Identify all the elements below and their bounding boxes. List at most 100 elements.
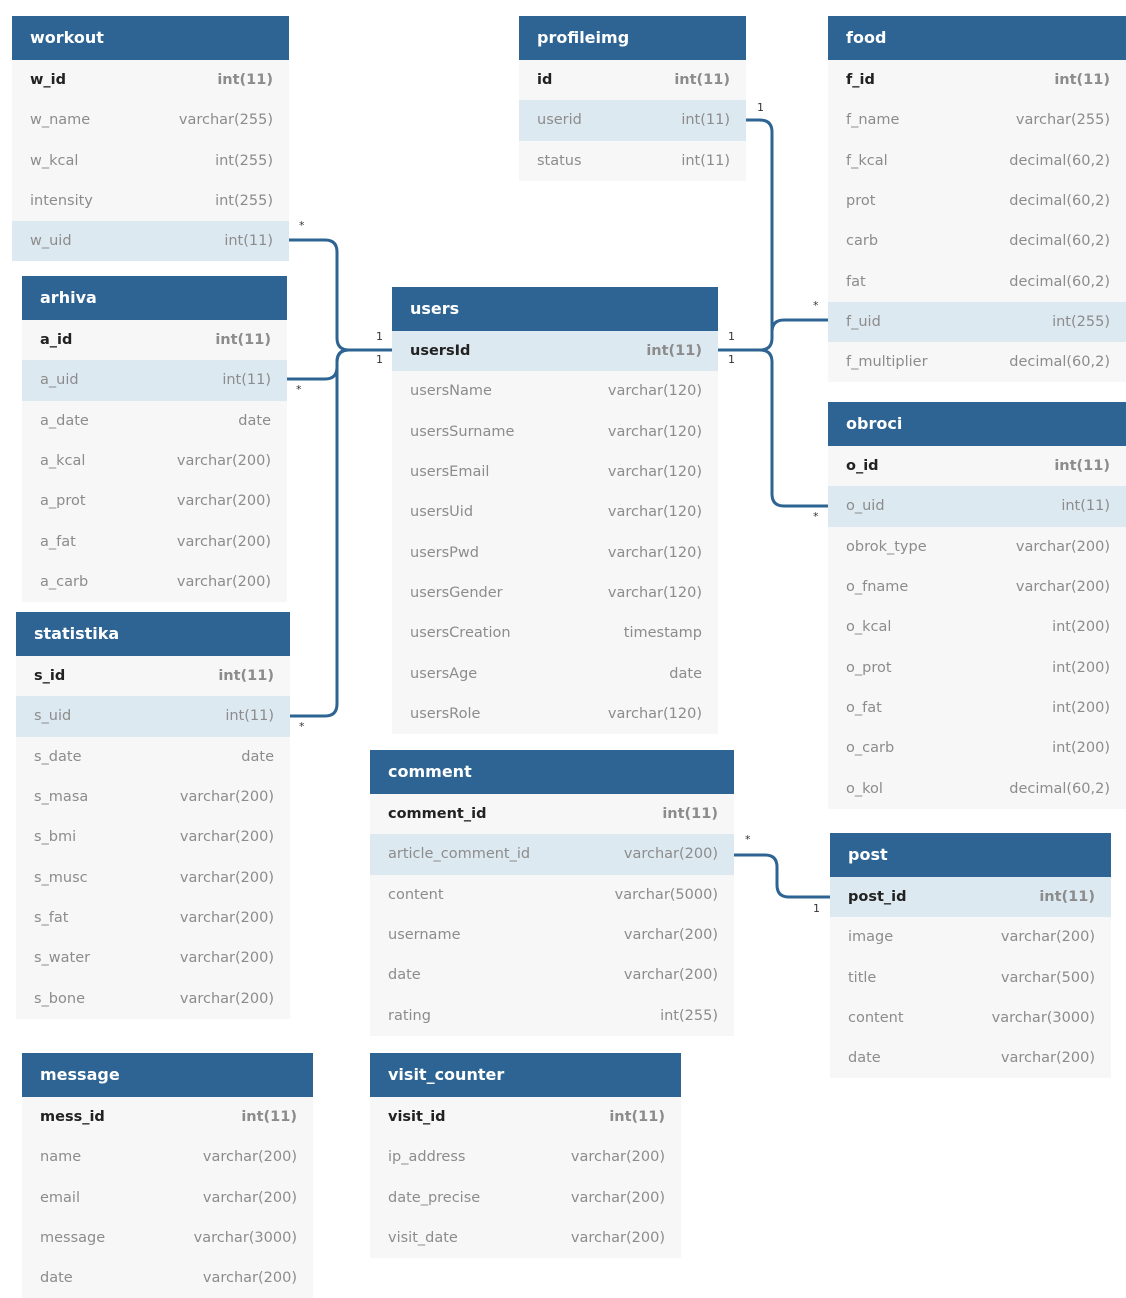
table-arhiva[interactable]: arhiva a_id int(11) a_uid int(11) a_date date a… xyxy=(22,276,287,603)
field-row[interactable]: s_date date xyxy=(16,737,290,777)
field-row[interactable]: message varchar(3000) xyxy=(22,1218,313,1258)
field-row[interactable]: usersSurname varchar(120) xyxy=(392,412,718,452)
field-row[interactable]: intensity int(255) xyxy=(12,181,289,221)
field-row[interactable]: usersName varchar(120) xyxy=(392,371,718,411)
field-row[interactable]: f_multiplier decimal(60,2) xyxy=(828,342,1126,382)
primary-key-row[interactable]: post_id int(11) xyxy=(830,877,1111,918)
field-row[interactable]: email varchar(200) xyxy=(22,1178,313,1218)
table-visit-counter[interactable]: visit_counter visit_id int(11) ip_address va… xyxy=(370,1053,681,1259)
field-row[interactable]: image varchar(200) xyxy=(830,917,1111,957)
field-type: varchar(200) xyxy=(202,1270,297,1287)
field-row[interactable]: a_kcal varchar(200) xyxy=(22,441,287,481)
field-row[interactable]: date varchar(200) xyxy=(370,955,734,995)
table-title[interactable]: profileimg xyxy=(519,16,746,60)
table-title[interactable]: food xyxy=(828,16,1126,60)
field-name: s_musc xyxy=(34,869,88,886)
field-row[interactable]: o_kcal int(200) xyxy=(828,607,1126,647)
field-row[interactable]: usersAge date xyxy=(392,653,718,693)
field-row[interactable]: f_uid int(255) xyxy=(828,301,1126,343)
table-title[interactable]: workout xyxy=(12,16,289,60)
field-row[interactable]: o_uid int(11) xyxy=(828,486,1126,527)
field-row[interactable]: usersEmail varchar(120) xyxy=(392,452,718,492)
field-row[interactable]: f_kcal decimal(60,2) xyxy=(828,141,1126,181)
field-name: prot xyxy=(846,193,876,210)
field-row[interactable]: o_carb int(200) xyxy=(828,728,1126,768)
field-row[interactable]: w_uid int(11) xyxy=(12,221,289,262)
field-row[interactable]: obrok_type varchar(200) xyxy=(828,527,1126,567)
field-row[interactable]: s_bmi varchar(200) xyxy=(16,817,290,857)
table-title[interactable]: message xyxy=(22,1053,313,1097)
field-row[interactable]: status int(11) xyxy=(519,141,746,181)
table-title[interactable]: obroci xyxy=(828,402,1126,446)
field-row[interactable]: w_name varchar(255) xyxy=(12,100,289,140)
field-type: varchar(120) xyxy=(607,584,702,601)
field-row[interactable]: userid int(11) xyxy=(519,100,746,141)
field-row[interactable]: username varchar(200) xyxy=(370,915,734,955)
field-row[interactable]: visit_date varchar(200) xyxy=(370,1218,681,1258)
field-row[interactable]: date varchar(200) xyxy=(22,1258,313,1298)
field-row[interactable]: s_masa varchar(200) xyxy=(16,777,290,817)
table-profileimg[interactable]: profileimg id int(11) userid int(11) status in… xyxy=(519,16,746,181)
primary-key-row[interactable]: o_id int(11) xyxy=(828,446,1126,486)
field-row[interactable]: content varchar(5000) xyxy=(370,875,734,915)
field-row[interactable]: name varchar(200) xyxy=(22,1137,313,1177)
field-row[interactable]: title varchar(500) xyxy=(830,958,1111,998)
field-row[interactable]: o_fat int(200) xyxy=(828,688,1126,728)
table-title[interactable]: arhiva xyxy=(22,276,287,320)
field-name: w_uid xyxy=(30,233,72,250)
field-row[interactable]: a_date date xyxy=(22,401,287,441)
table-obroci[interactable]: obroci o_id int(11) o_uid int(11) obrok_type v… xyxy=(828,402,1126,809)
table-title[interactable]: statistika xyxy=(16,612,290,656)
table-title[interactable]: comment xyxy=(370,750,734,794)
field-row[interactable]: s_fat varchar(200) xyxy=(16,898,290,938)
table-users[interactable]: users usersId int(11) usersName varchar(120)… xyxy=(392,287,718,734)
field-row[interactable]: usersRole varchar(120) xyxy=(392,694,718,734)
primary-key-row[interactable]: usersId int(11) xyxy=(392,331,718,372)
field-name: f_kcal xyxy=(846,152,888,169)
field-row[interactable]: o_prot int(200) xyxy=(828,647,1126,687)
field-row[interactable]: a_carb varchar(200) xyxy=(22,562,287,602)
primary-key-row[interactable]: f_id int(11) xyxy=(828,60,1126,100)
field-row[interactable]: w_kcal int(255) xyxy=(12,141,289,181)
field-row[interactable]: carb decimal(60,2) xyxy=(828,221,1126,261)
field-row[interactable]: s_water varchar(200) xyxy=(16,938,290,978)
primary-key-row[interactable]: s_id int(11) xyxy=(16,656,290,696)
field-name: date xyxy=(40,1270,73,1287)
field-row[interactable]: f_name varchar(255) xyxy=(828,100,1126,140)
field-row[interactable]: fat decimal(60,2) xyxy=(828,261,1126,301)
table-post[interactable]: post post_id int(11) image varchar(200) title… xyxy=(830,833,1111,1079)
field-row[interactable]: usersUid varchar(120) xyxy=(392,492,718,532)
table-food[interactable]: food f_id int(11) f_name varchar(255) f_kcal d… xyxy=(828,16,1126,383)
field-row[interactable]: s_uid int(11) xyxy=(16,696,290,737)
field-row[interactable]: article_comment_id varchar(200) xyxy=(370,834,734,875)
field-row[interactable]: date_precise varchar(200) xyxy=(370,1178,681,1218)
field-row[interactable]: a_fat varchar(200) xyxy=(22,521,287,561)
field-row[interactable]: a_prot varchar(200) xyxy=(22,481,287,521)
table-workout[interactable]: workout w_id int(11) w_name varchar(255) w_kc… xyxy=(12,16,289,262)
field-row[interactable]: date varchar(200) xyxy=(830,1038,1111,1078)
field-row[interactable]: s_bone varchar(200) xyxy=(16,978,290,1018)
field-row[interactable]: ip_address varchar(200) xyxy=(370,1137,681,1177)
table-statistika[interactable]: statistika s_id int(11) s_uid int(11) s_date d… xyxy=(16,612,290,1019)
table-title[interactable]: users xyxy=(392,287,718,331)
primary-key-row[interactable]: id int(11) xyxy=(519,60,746,100)
primary-key-row[interactable]: mess_id int(11) xyxy=(22,1097,313,1137)
primary-key-row[interactable]: w_id int(11) xyxy=(12,60,289,100)
field-row[interactable]: o_kol decimal(60,2) xyxy=(828,768,1126,808)
primary-key-row[interactable]: comment_id int(11) xyxy=(370,794,734,834)
field-row[interactable]: prot decimal(60,2) xyxy=(828,181,1126,221)
primary-key-row[interactable]: a_id int(11) xyxy=(22,320,287,360)
field-row[interactable]: usersPwd varchar(120) xyxy=(392,532,718,572)
table-comment[interactable]: comment comment_id int(11) article_comment_… xyxy=(370,750,734,1036)
field-row[interactable]: rating int(255) xyxy=(370,995,734,1035)
table-title[interactable]: visit_counter xyxy=(370,1053,681,1097)
field-row[interactable]: o_fname varchar(200) xyxy=(828,567,1126,607)
primary-key-row[interactable]: visit_id int(11) xyxy=(370,1097,681,1137)
table-title[interactable]: post xyxy=(830,833,1111,877)
field-row[interactable]: a_uid int(11) xyxy=(22,360,287,401)
field-row[interactable]: usersCreation timestamp xyxy=(392,613,718,653)
field-row[interactable]: usersGender varchar(120) xyxy=(392,573,718,613)
field-row[interactable]: s_musc varchar(200) xyxy=(16,857,290,897)
table-message[interactable]: message mess_id int(11) name varchar(200) ema… xyxy=(22,1053,313,1298)
field-row[interactable]: content varchar(3000) xyxy=(830,998,1111,1038)
